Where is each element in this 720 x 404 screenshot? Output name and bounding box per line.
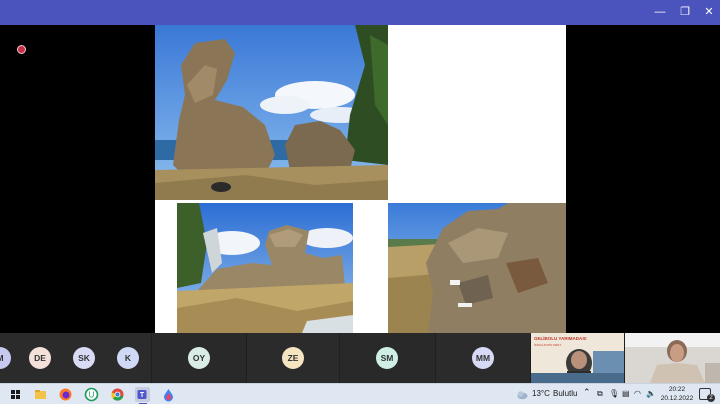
shared-slide xyxy=(155,25,566,333)
cloud-weather-icon[interactable] xyxy=(515,387,529,402)
participant-avatar: ZE xyxy=(282,347,304,369)
windows-taskbar: U T 13°C Bulutlu ⌃ ⧉ 🎙 ▤ ◠ 🔈 20:22 20.12… xyxy=(0,383,720,404)
participant-avatar[interactable]: SK xyxy=(73,347,95,369)
poster-title: GELİBOLU YARIMADASI xyxy=(534,336,587,341)
clock-time: 20:22 xyxy=(668,386,686,393)
svg-text:U: U xyxy=(89,391,95,400)
participant-avatar: OY xyxy=(188,347,210,369)
svg-text:T: T xyxy=(140,392,145,399)
windows-start-icon[interactable] xyxy=(8,387,23,402)
chevron-up-icon[interactable]: ⌃ xyxy=(583,387,591,398)
participant-avatar[interactable]: DE xyxy=(29,347,51,369)
participant-avatar: MM xyxy=(472,347,494,369)
network-icon[interactable]: ▤ xyxy=(622,389,630,398)
clock-date: 20.12.2022 xyxy=(660,395,694,402)
weather-condition[interactable]: Bulutlu xyxy=(553,389,577,398)
weather-temperature[interactable]: 13°C xyxy=(532,389,550,398)
poster-subtitle: İKİNCİ ANTİK KENT xyxy=(534,343,562,347)
restore-button[interactable]: ❐ xyxy=(674,4,696,21)
teams-icon[interactable]: T xyxy=(135,387,150,402)
participant-avatar[interactable]: M xyxy=(0,347,11,369)
ruins-coast-photo xyxy=(155,25,388,200)
ruins-wall-photo xyxy=(388,203,566,333)
chrome-icon[interactable] xyxy=(110,387,125,402)
ruins-field-photo xyxy=(177,203,353,333)
participant-video-tile[interactable] xyxy=(625,333,720,383)
meeting-window: — ❐ ✕ DE SK K OY ZE SM MM GELİBOLU YARIM… xyxy=(0,0,720,404)
system-clock[interactable]: 20:22 20.12.2022 xyxy=(660,385,694,403)
microphone-icon[interactable]: 🎙 xyxy=(609,389,619,398)
close-button[interactable]: ✕ xyxy=(698,4,720,21)
participant-tile[interactable]: MM xyxy=(436,333,530,383)
tray-app-icon[interactable]: ⧉ xyxy=(597,389,603,399)
participant-video-tile[interactable]: GELİBOLU YARIMADASI İKİNCİ ANTİK KENT xyxy=(531,333,624,383)
participant-tile[interactable]: ZE xyxy=(247,333,339,383)
minimize-button[interactable]: — xyxy=(649,4,671,21)
participant-avatar[interactable]: K xyxy=(117,347,139,369)
upwork-icon[interactable]: U xyxy=(84,387,99,402)
participant-tile[interactable]: OY xyxy=(152,333,246,383)
wifi-icon[interactable]: ◠ xyxy=(634,389,641,398)
shared-screen-stage xyxy=(0,25,720,333)
file-explorer-icon[interactable] xyxy=(33,387,48,402)
title-bar: — ❐ ✕ xyxy=(0,0,720,25)
participant-tile[interactable]: SM xyxy=(340,333,435,383)
participant-avatar: SM xyxy=(376,347,398,369)
notification-count-badge: 2 xyxy=(707,394,715,402)
firefox-icon[interactable] xyxy=(58,387,73,402)
recording-indicator-icon xyxy=(17,45,26,54)
participant-tile-group: M DE SK K xyxy=(0,333,151,383)
volume-icon[interactable]: 🔈 xyxy=(646,389,656,398)
participant-strip: M DE SK K OY ZE SM MM xyxy=(0,333,720,383)
app-drop-icon[interactable] xyxy=(161,387,176,402)
video-feed-participant xyxy=(625,333,720,383)
